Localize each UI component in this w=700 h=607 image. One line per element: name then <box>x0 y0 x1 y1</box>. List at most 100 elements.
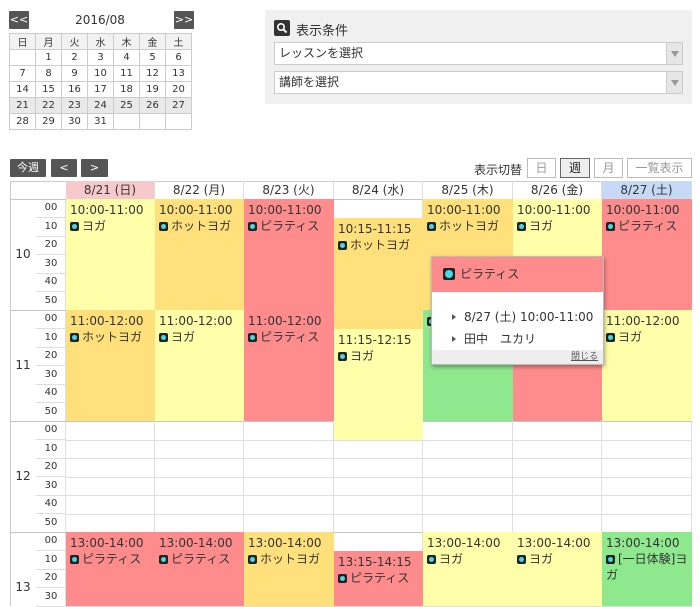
display-conditions-panel: 表示条件 レッスンを選択 講師を選択 <box>265 10 692 104</box>
lesson-icon <box>159 555 168 564</box>
mini-cal-day[interactable]: 6 <box>165 49 192 66</box>
grid-line <box>66 458 692 459</box>
mini-cal-day[interactable]: 9 <box>61 65 88 82</box>
lesson-icon <box>159 222 168 231</box>
event-title: [一日体験]ヨガ <box>606 552 688 582</box>
mini-cal-dow: 月 <box>35 33 62 50</box>
mini-cal-day[interactable]: 14 <box>9 81 36 98</box>
mini-cal-day[interactable]: 11 <box>113 65 140 82</box>
event-popup: ピラティス 8/27 (土) 10:00-11:00 田中 ユカリ 閉じる <box>431 256 604 365</box>
calendar-event[interactable]: 13:00-14:00 ヨガ <box>513 532 602 606</box>
mini-cal-day[interactable]: 26 <box>139 97 166 114</box>
mini-cal-day[interactable]: 8 <box>35 65 62 82</box>
mini-cal-day[interactable]: 3 <box>87 49 114 66</box>
minute-label: 20 <box>36 458 66 477</box>
minute-label: 10 <box>36 329 66 348</box>
mini-cal-day[interactable]: 12 <box>139 65 166 82</box>
mini-cal-day[interactable]: 22 <box>35 97 62 114</box>
mini-cal-dow: 土 <box>165 33 192 50</box>
mini-cal-day[interactable]: 1 <box>35 49 62 66</box>
minute-label: 30 <box>36 477 66 496</box>
day-header: 8/25 (木) <box>423 181 513 199</box>
event-time: 13:00-14:00 <box>70 536 144 550</box>
lesson-select-value: レッスンを選択 <box>279 46 364 60</box>
calendar-event[interactable]: 13:00-14:00 ホットヨガ <box>244 532 334 606</box>
mini-cal-prev-button[interactable]: << <box>9 11 29 29</box>
mini-cal-day[interactable]: 10 <box>87 65 114 82</box>
mini-cal-day[interactable]: 31 <box>87 113 114 130</box>
minute-label: 40 <box>36 384 66 403</box>
popup-close-link[interactable]: 閉じる <box>432 350 603 364</box>
mini-cal-day[interactable]: 2 <box>61 49 88 66</box>
view-week-button[interactable]: 週 <box>560 158 590 178</box>
calendar-event[interactable]: 11:00-12:00 ホットヨガ <box>66 310 155 421</box>
mini-cal-day[interactable]: 28 <box>9 113 36 130</box>
mini-cal-day[interactable]: 16 <box>61 81 88 98</box>
view-switch-label: 表示切替 <box>474 163 523 177</box>
minute-label: 10 <box>36 440 66 459</box>
calendar-event[interactable]: 11:00-12:00 ピラティス <box>244 310 334 421</box>
mini-cal-day[interactable]: 13 <box>165 65 192 82</box>
instructor-select[interactable]: 講師を選択 <box>274 71 683 94</box>
mini-cal-day[interactable]: 7 <box>9 65 36 82</box>
mini-cal-day[interactable]: 25 <box>113 97 140 114</box>
calendar-event[interactable]: 11:00-12:00 ヨガ <box>155 310 244 421</box>
mini-cal-next-button[interactable]: >> <box>174 11 194 29</box>
mini-cal-day[interactable]: 20 <box>165 81 192 98</box>
view-list-button[interactable]: 一覧表示 <box>627 158 692 178</box>
prev-week-button[interactable]: < <box>51 159 77 177</box>
calendar-event[interactable]: 11:00-12:00 ヨガ <box>602 310 692 421</box>
mini-cal-day[interactable]: 21 <box>9 97 36 114</box>
mini-cal-day[interactable]: 18 <box>113 81 140 98</box>
calendar-event[interactable]: 11:15-12:15 ヨガ <box>334 329 423 440</box>
grid-line <box>66 495 692 496</box>
event-time: 13:15-14:15 <box>338 555 412 569</box>
calendar-event[interactable]: 13:15-14:15 ピラティス <box>334 551 423 606</box>
mini-calendar: 日月火水木金土 1 2 3 4 5 6 7 8 9 10 11 12 13 14 15 16 17 18 19 20 2… <box>9 33 192 130</box>
mini-cal-dow: 金 <box>139 33 166 50</box>
mini-cal-day[interactable]: 4 <box>113 49 140 66</box>
lesson-icon <box>427 555 436 564</box>
view-day-button[interactable]: 日 <box>527 158 556 178</box>
mini-cal-day[interactable]: 15 <box>35 81 62 98</box>
event-time: 10:00-11:00 <box>606 203 680 217</box>
lesson-icon <box>70 333 79 342</box>
calendar-event[interactable]: 10:00-11:00 ピラティス <box>602 199 692 310</box>
event-time: 13:00-14:00 <box>517 536 591 550</box>
popup-instructor: 田中 ユカリ <box>452 330 536 347</box>
day-header: 8/21 (日) <box>66 181 155 199</box>
minute-label: 40 <box>36 495 66 514</box>
mini-cal-day[interactable]: 30 <box>61 113 88 130</box>
minute-label: 00 <box>36 421 66 440</box>
calendar-event[interactable]: 13:00-14:00 [一日体験]ヨガ <box>602 532 692 606</box>
next-week-button[interactable]: > <box>81 159 108 177</box>
calendar-event[interactable]: 13:00-14:00 ヨガ <box>423 532 513 606</box>
calendar-event[interactable]: 13:00-14:00 ピラティス <box>155 532 244 606</box>
calendar-event[interactable]: 10:00-11:00 ピラティス <box>244 199 334 310</box>
mini-cal-day[interactable]: 5 <box>139 49 166 66</box>
mini-cal-day[interactable]: 29 <box>35 113 62 130</box>
lesson-select[interactable]: レッスンを選択 <box>274 42 683 65</box>
calendar-event[interactable]: 10:15-11:15 ホットヨガ <box>334 218 423 329</box>
day-header: 8/27 (土) <box>602 181 692 199</box>
search-icon <box>274 20 290 36</box>
mini-cal-day[interactable]: 19 <box>139 81 166 98</box>
minute-label: 50 <box>36 292 66 311</box>
mini-cal-day[interactable]: 23 <box>61 97 88 114</box>
calendar-event[interactable]: 13:00-14:00 ピラティス <box>66 532 155 606</box>
chevron-down-icon <box>666 43 682 64</box>
mini-cal-day[interactable]: 24 <box>87 97 114 114</box>
minute-label: 20 <box>36 569 66 588</box>
event-title: ピラティス <box>260 330 320 344</box>
minute-label: 00 <box>36 310 66 329</box>
mini-cal-day <box>9 49 36 66</box>
calendar-event[interactable]: 10:00-11:00 ヨガ <box>66 199 155 310</box>
mini-cal-day[interactable]: 27 <box>165 97 192 114</box>
event-title: ピラティス <box>82 552 142 566</box>
view-month-button[interactable]: 月 <box>594 158 623 178</box>
lesson-icon <box>70 555 79 564</box>
calendar-event[interactable]: 10:00-11:00 ホットヨガ <box>155 199 244 310</box>
conditions-title: 表示条件 <box>296 24 349 39</box>
mini-cal-day[interactable]: 17 <box>87 81 114 98</box>
this-week-button[interactable]: 今週 <box>10 159 46 177</box>
